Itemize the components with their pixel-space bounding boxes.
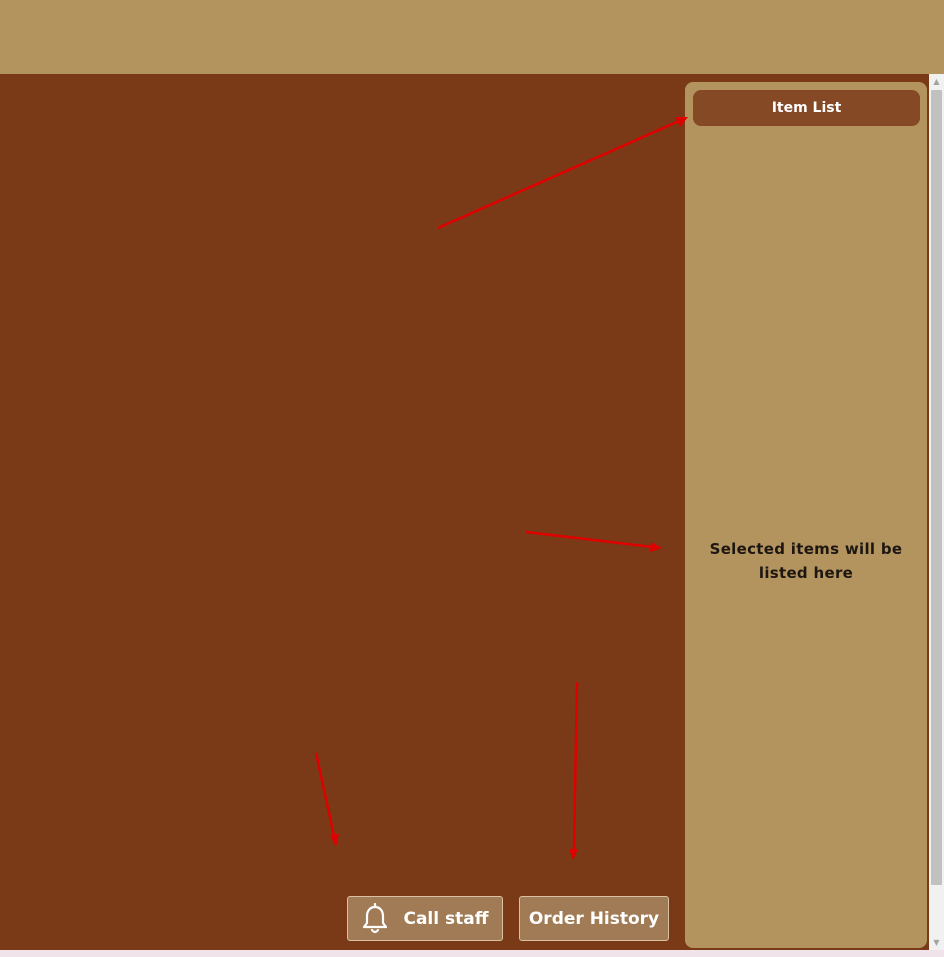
order-history-label: Order History [528,908,660,929]
item-list-panel: Item List Selected items will be listed … [685,82,927,948]
call-staff-label: Call staff [403,908,489,929]
bottom-strip [0,950,944,957]
vertical-scrollbar[interactable]: ▲ ▼ [929,74,944,950]
scroll-down-arrow-icon[interactable]: ▼ [929,935,944,950]
call-staff-button[interactable]: Call staff [347,896,503,941]
empty-list-message: Selected items will be listed here [709,540,903,582]
bell-icon [363,902,388,933]
top-bar [0,0,944,74]
scrollbar-thumb[interactable] [931,90,942,885]
item-list-header-button[interactable]: Item List [693,90,920,126]
order-history-button[interactable]: Order History [519,896,669,941]
scroll-up-arrow-icon[interactable]: ▲ [929,74,944,89]
